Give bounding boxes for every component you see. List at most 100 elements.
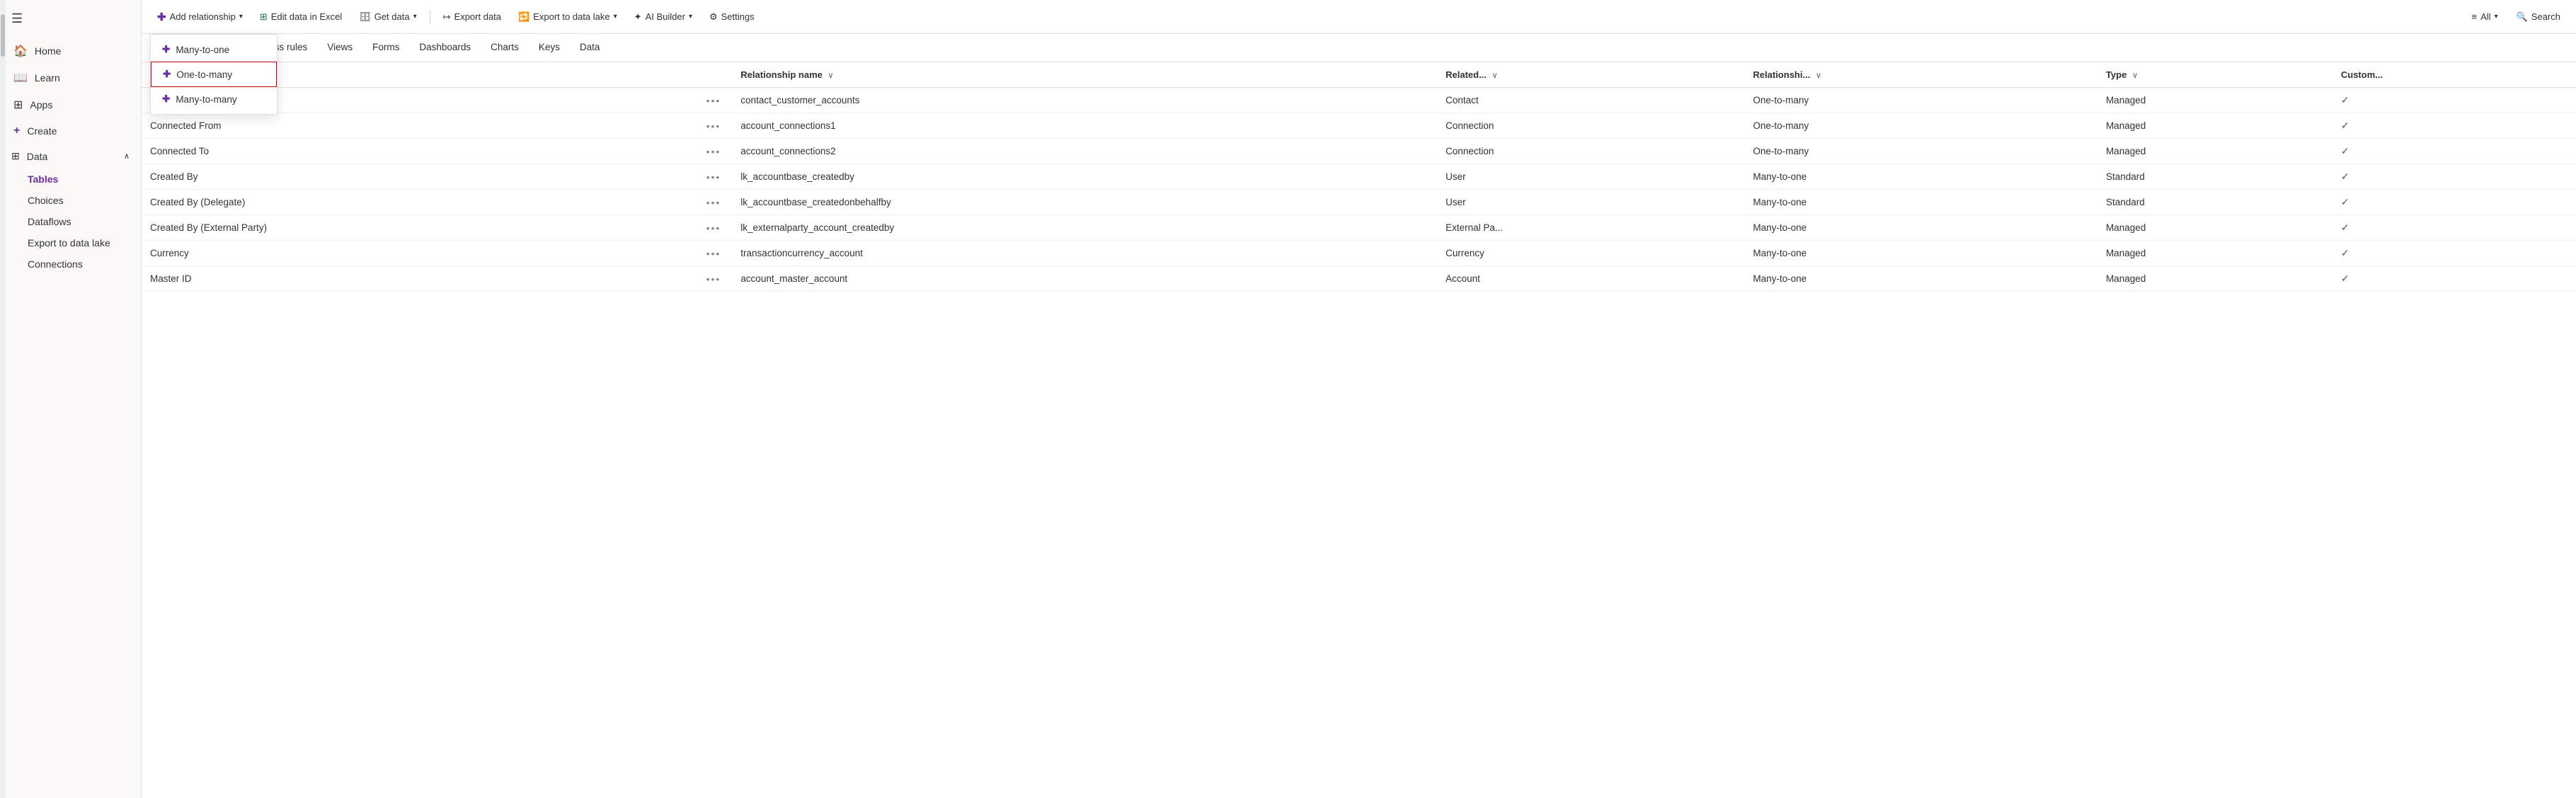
export-data-label: Export data (454, 11, 502, 22)
col-type[interactable]: Type ∨ (2097, 62, 2332, 88)
sidebar-sub-tables[interactable]: Tables (0, 169, 141, 190)
row-context-menu[interactable]: ••• (704, 195, 724, 210)
cell-display-name: Created By (External Party) (142, 215, 695, 241)
relationships-table: Display name ↑ ∨ Relationship name ∨ Rel… (142, 62, 2576, 292)
scroll-track (0, 0, 6, 798)
table-row[interactable]: Created By (Delegate) ••• lk_accountbase… (142, 190, 2576, 215)
one-to-many-plus-icon: ✚ (163, 69, 171, 80)
cell-dots[interactable]: ••• (695, 88, 733, 113)
tab-forms[interactable]: Forms (362, 34, 409, 62)
learn-icon: 📖 (13, 71, 28, 85)
sidebar-sub-dataflows[interactable]: Dataflows (0, 211, 141, 232)
row-context-menu[interactable]: ••• (704, 246, 724, 261)
col-relationship-name-label: Relationship name (740, 69, 823, 80)
sort-icons-rel-type[interactable]: ∨ (1816, 71, 1821, 80)
sidebar-tables-label: Tables (28, 173, 58, 185)
cell-custom: ✓ (2332, 113, 2576, 139)
cell-type: Managed (2097, 113, 2332, 139)
tab-views[interactable]: Views (317, 34, 362, 62)
cell-type: Managed (2097, 241, 2332, 266)
sort-icons-related[interactable]: ∨ (1492, 71, 1498, 80)
tab-keys-label: Keys (539, 42, 560, 52)
scroll-thumb[interactable] (1, 14, 5, 57)
settings-button[interactable]: ⚙ Settings (702, 8, 762, 26)
tab-data[interactable]: Data (570, 34, 610, 62)
cell-dots[interactable]: ••• (695, 266, 733, 292)
table-row[interactable]: Connected From ••• account_connections1 … (142, 113, 2576, 139)
tab-keys[interactable]: Keys (529, 34, 570, 62)
sidebar-item-home[interactable]: 🏠 Home (0, 38, 141, 64)
cell-dots[interactable]: ••• (695, 241, 733, 266)
cell-relationship-name: lk_accountbase_createdby (732, 164, 1437, 190)
many-to-many-label: Many-to-many (176, 94, 236, 105)
table-row[interactable]: Master ID ••• account_master_account Acc… (142, 266, 2576, 292)
tab-data-label: Data (580, 42, 600, 52)
search-button[interactable]: 🔍 Search (2509, 8, 2568, 26)
col-related[interactable]: Related... ∨ (1437, 62, 1744, 88)
row-context-menu[interactable]: ••• (704, 272, 724, 286)
custom-check-icon: ✓ (2341, 273, 2349, 284)
tab-dashboards[interactable]: Dashboards (409, 34, 481, 62)
add-relationship-chevron: ▾ (239, 13, 243, 21)
row-context-menu[interactable]: ••• (704, 221, 724, 235)
col-relationship-name[interactable]: Relationship name ∨ (732, 62, 1437, 88)
row-context-menu[interactable]: ••• (704, 170, 724, 184)
export-data-button[interactable]: ↦ Export data (436, 8, 508, 26)
table-row[interactable]: Created By (External Party) ••• lk_exter… (142, 215, 2576, 241)
row-context-menu[interactable]: ••• (704, 144, 724, 159)
search-icon: 🔍 (2517, 11, 2528, 23)
sidebar-item-create[interactable]: + Create (0, 118, 141, 144)
many-to-many-plus-icon: ✚ (162, 93, 170, 105)
cell-dots[interactable]: ••• (695, 215, 733, 241)
ai-builder-button[interactable]: ✦ AI Builder ▾ (627, 8, 699, 26)
get-data-button[interactable]: 🗄 Get data ▾ (352, 8, 423, 26)
add-relationship-button[interactable]: ✚ Add relationship ▾ (150, 7, 250, 27)
sidebar-sub-connections[interactable]: Connections (0, 253, 141, 275)
sidebar-connections-label: Connections (28, 258, 83, 270)
table-row[interactable]: Created By ••• lk_accountbase_createdby … (142, 164, 2576, 190)
cell-related: User (1437, 164, 1744, 190)
export-lake-button[interactable]: 🔁 Export to data lake ▾ (511, 8, 624, 26)
custom-check-icon: ✓ (2341, 145, 2349, 156)
col-rel-type[interactable]: Relationshi... ∨ (1744, 62, 2097, 88)
sidebar-choices-label: Choices (28, 195, 64, 206)
sidebar-item-data[interactable]: ⊞ Data ∧ (0, 144, 141, 169)
custom-check-icon: ✓ (2341, 196, 2349, 207)
edit-excel-button[interactable]: ⊞ Edit data in Excel (253, 8, 349, 26)
sort-icons-type[interactable]: ∨ (2132, 71, 2138, 80)
ai-builder-label: AI Builder (646, 11, 685, 22)
sort-icons-rel-name[interactable]: ∨ (828, 71, 834, 80)
table-row[interactable]: Connected To ••• account_connections2 Co… (142, 139, 2576, 164)
settings-icon: ⚙ (709, 11, 718, 23)
row-context-menu[interactable]: ••• (704, 93, 724, 108)
sidebar-sub-choices[interactable]: Choices (0, 190, 141, 211)
cell-rel-type: Many-to-one (1744, 266, 2097, 292)
dropdown-many-to-one[interactable]: ✚ Many-to-one (151, 38, 277, 62)
sidebar-apps-label: Apps (30, 99, 52, 110)
dropdown-one-to-many[interactable]: ✚ One-to-many (151, 62, 277, 87)
cell-dots[interactable]: ••• (695, 139, 733, 164)
row-context-menu[interactable]: ••• (704, 119, 724, 133)
dropdown-many-to-many[interactable]: ✚ Many-to-many (151, 87, 277, 111)
sidebar-sub-export[interactable]: Export to data lake (0, 232, 141, 253)
cell-dots[interactable]: ••• (695, 113, 733, 139)
table-row[interactable]: Company Name ••• contact_customer_accoun… (142, 88, 2576, 113)
ai-builder-chevron: ▾ (689, 13, 692, 21)
table-row[interactable]: Currency ••• transactioncurrency_account… (142, 241, 2576, 266)
hamburger-icon[interactable]: ☰ (0, 6, 141, 38)
filter-all-button[interactable]: ≡ All ▾ (2465, 8, 2505, 25)
col-custom[interactable]: Custom... (2332, 62, 2576, 88)
cell-dots[interactable]: ••• (695, 190, 733, 215)
cell-dots[interactable]: ••• (695, 164, 733, 190)
one-to-many-label: One-to-many (176, 69, 232, 80)
add-plus-icon: ✚ (157, 11, 166, 23)
cell-relationship-name: contact_customer_accounts (732, 88, 1437, 113)
cell-custom: ✓ (2332, 190, 2576, 215)
cell-rel-type: One-to-many (1744, 113, 2097, 139)
sidebar-item-apps[interactable]: ⊞ Apps (0, 91, 141, 118)
cell-type: Managed (2097, 266, 2332, 292)
sidebar-item-learn[interactable]: 📖 Learn (0, 64, 141, 91)
tab-charts[interactable]: Charts (481, 34, 529, 62)
cell-related: User (1437, 190, 1744, 215)
cell-related: Contact (1437, 88, 1744, 113)
